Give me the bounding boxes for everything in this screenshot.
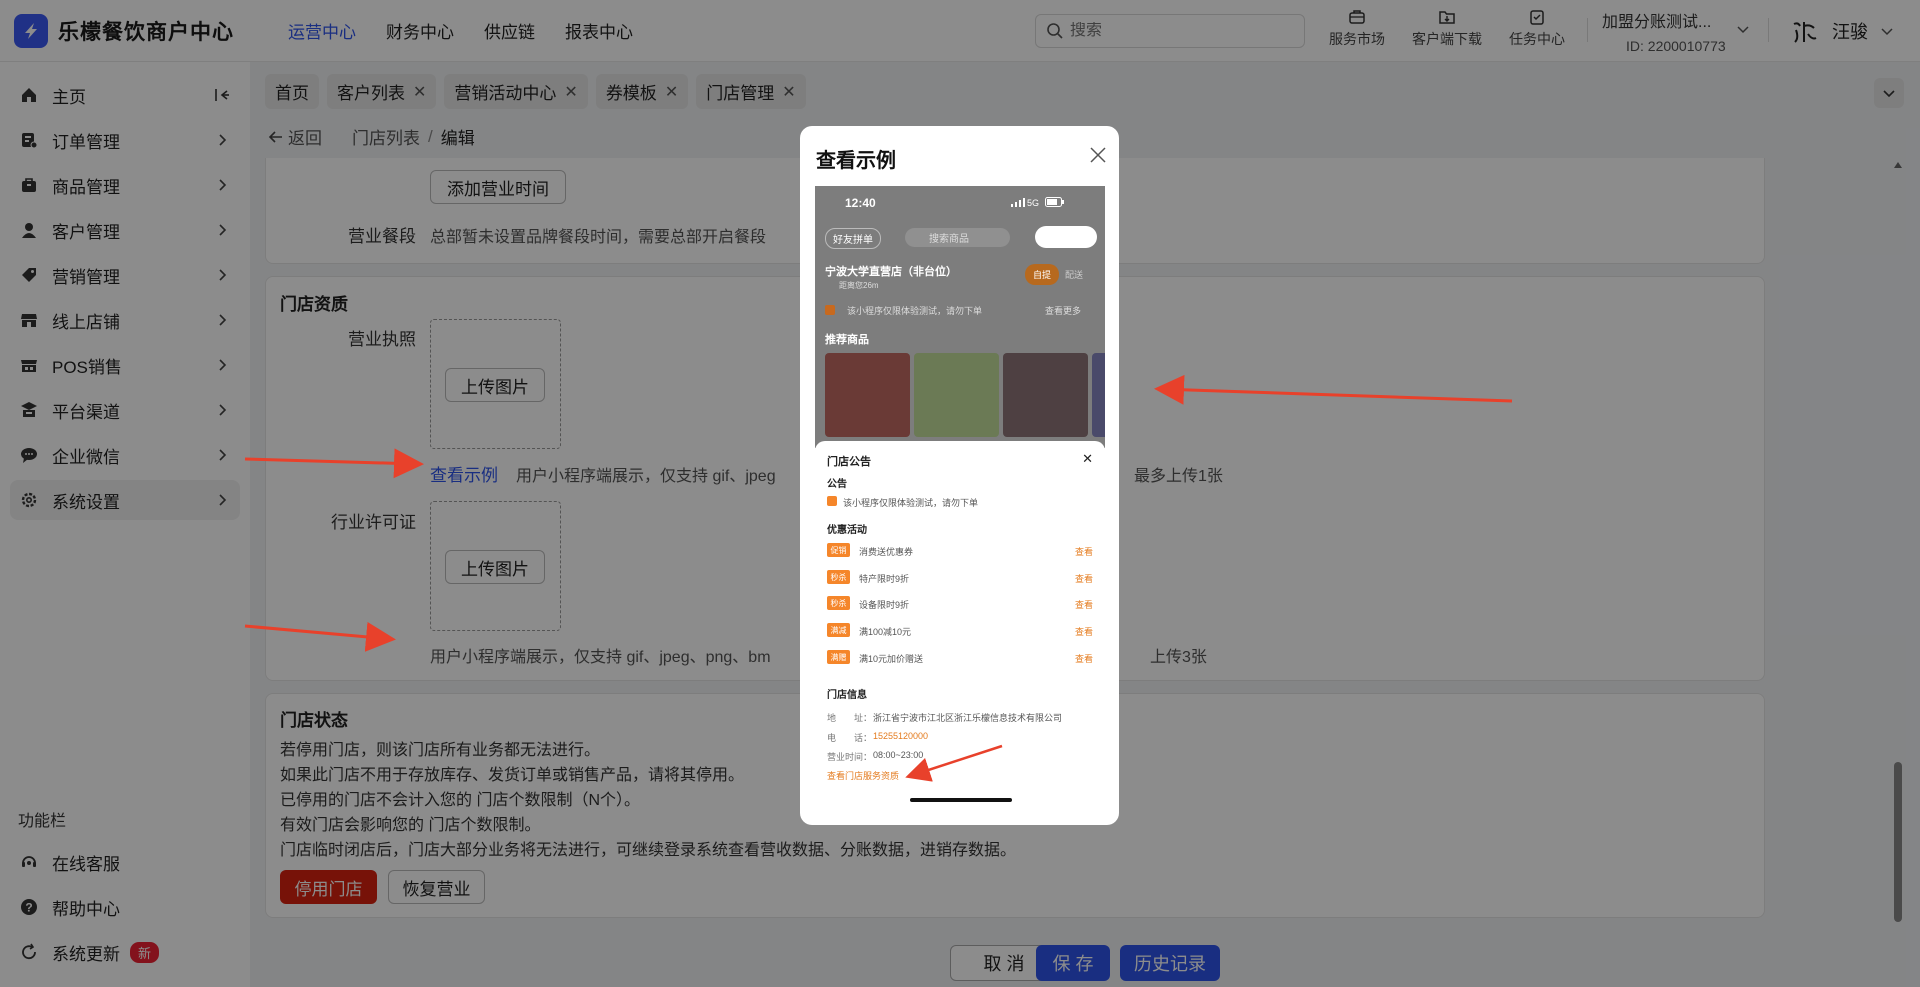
- arrow-to-service-link: [905, 744, 1003, 782]
- arrow-to-permit-upload: [244, 621, 396, 652]
- annotation-arrows: [244, 374, 1513, 782]
- arrow-to-example-link: [244, 448, 424, 479]
- arrow-to-product-images: [1154, 374, 1513, 405]
